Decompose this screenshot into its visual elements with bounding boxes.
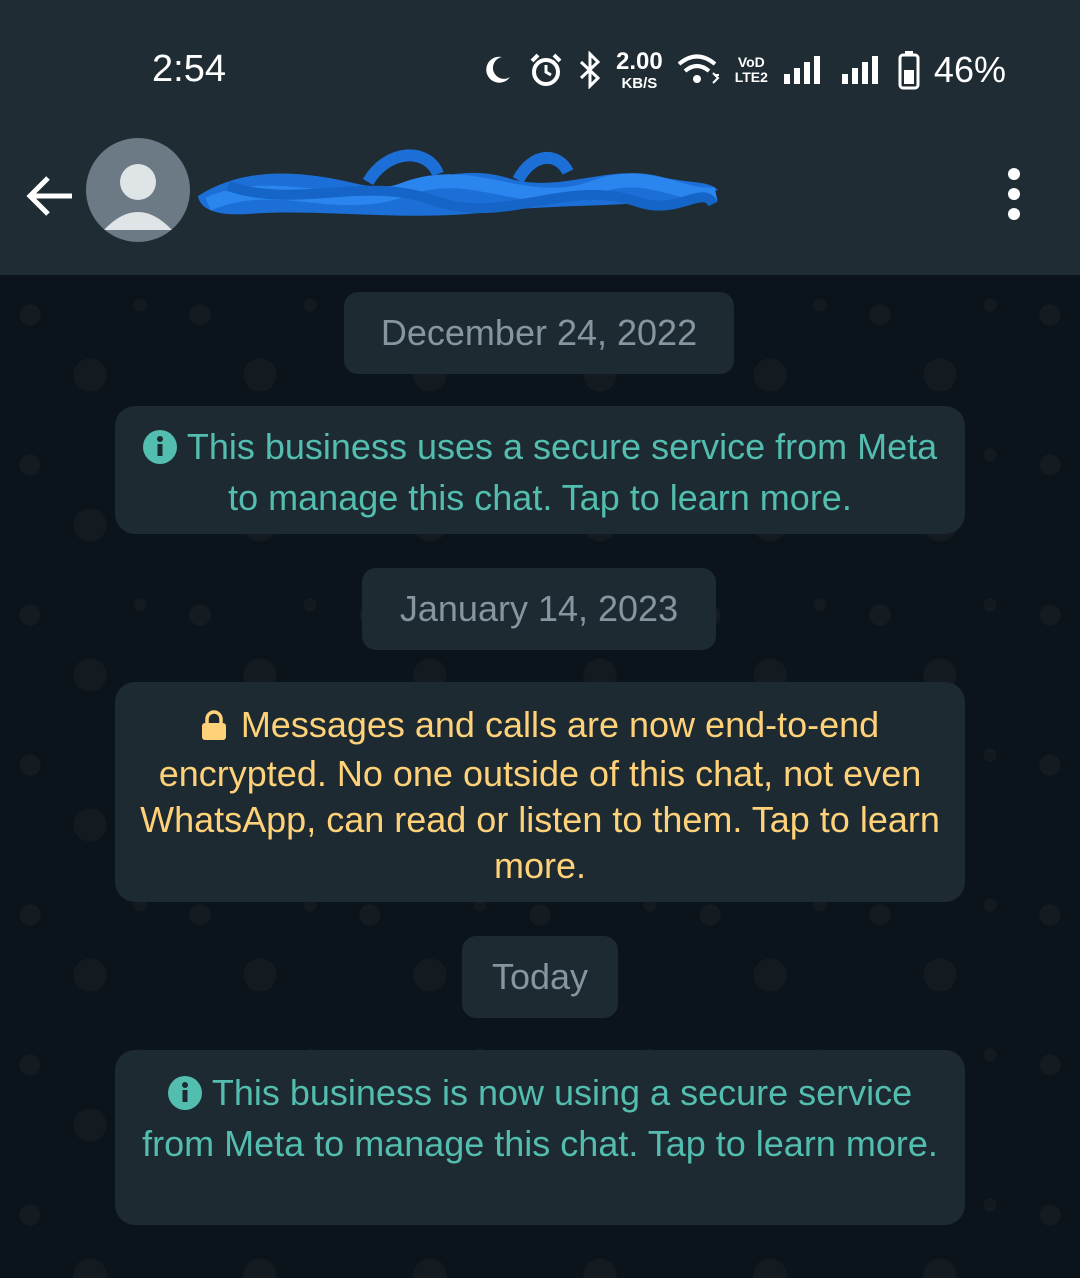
net-speed: 2.00 KB/S bbox=[616, 47, 663, 92]
bluetooth-icon bbox=[578, 51, 602, 89]
system-message-business[interactable]: This business uses a secure service from… bbox=[115, 406, 965, 534]
info-icon bbox=[167, 1075, 202, 1121]
status-time: 2:54 bbox=[152, 48, 226, 90]
battery-icon bbox=[898, 50, 920, 90]
status-icons: 2.00 KB/S VoD LTE2 46% bbox=[480, 46, 1006, 94]
wifi-icon bbox=[677, 53, 721, 87]
system-message-encryption[interactable]: Messages and calls are now end-to-end en… bbox=[115, 682, 965, 902]
signal-icon bbox=[840, 54, 884, 86]
date-divider: December 24, 2022 bbox=[344, 292, 734, 374]
back-arrow-icon[interactable] bbox=[22, 168, 78, 224]
date-divider: January 14, 2023 bbox=[362, 568, 716, 650]
alarm-icon bbox=[528, 52, 564, 88]
net-speed-unit: KB/S bbox=[621, 74, 658, 92]
avatar-icon[interactable] bbox=[86, 138, 190, 242]
more-options-icon[interactable] bbox=[990, 164, 1038, 224]
signal-icon bbox=[782, 54, 826, 86]
volte-indicator: VoD LTE2 bbox=[734, 54, 768, 85]
redaction-scribble bbox=[198, 149, 718, 216]
chat-area[interactable]: December 24, 2022 This business uses a s… bbox=[0, 275, 1080, 1278]
moon-icon bbox=[480, 53, 514, 87]
net-speed-value: 2.00 bbox=[616, 47, 663, 75]
status-bar: 2:54 2.00 KB/S VoD LTE2 46% bbox=[0, 0, 1080, 138]
date-divider: Today bbox=[462, 936, 618, 1018]
battery-percent: 46% bbox=[933, 49, 1006, 90]
lock-icon bbox=[201, 705, 227, 751]
chat-header bbox=[0, 138, 1080, 275]
system-message-business-update[interactable]: This business is now using a secure serv… bbox=[115, 1050, 965, 1225]
info-icon bbox=[142, 429, 177, 475]
